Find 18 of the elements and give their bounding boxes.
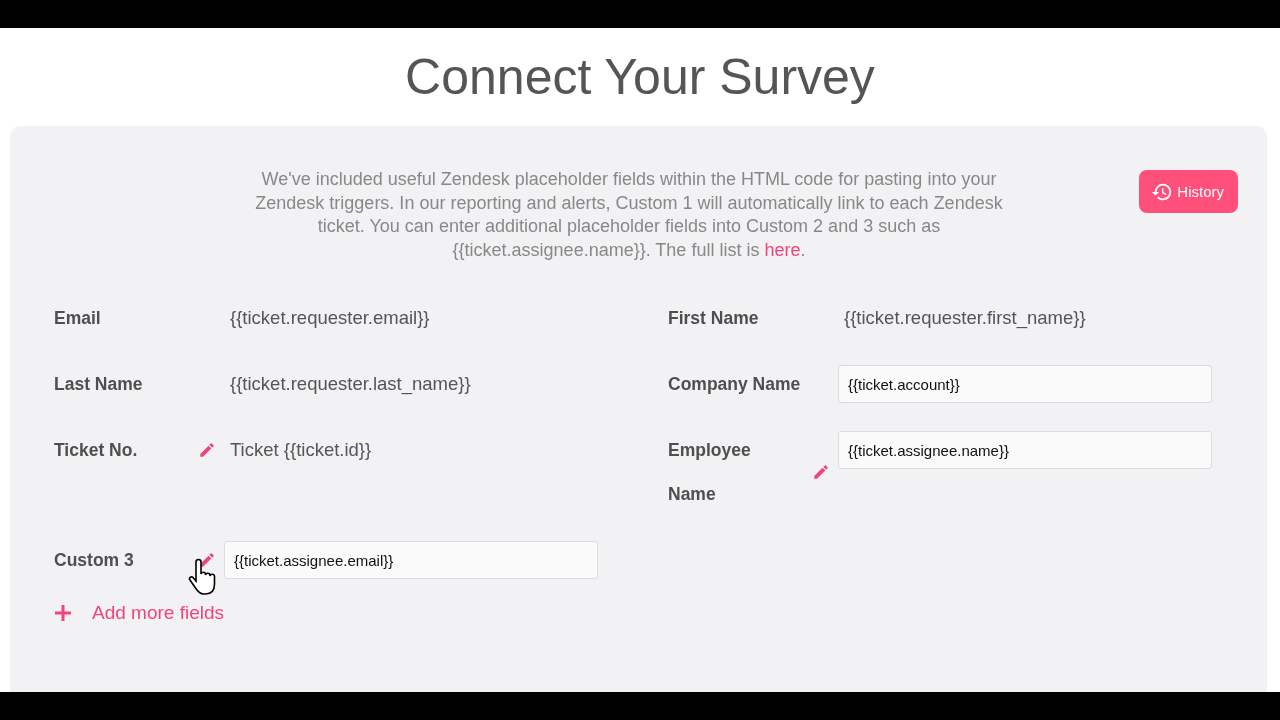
plus-icon (54, 604, 72, 622)
field-label: Company Name (668, 373, 802, 396)
input-field[interactable]: {{ticket.account}} (838, 365, 1212, 403)
field-label: Email (54, 307, 102, 330)
field-label: Custom 3 (54, 549, 135, 572)
placeholder-value: {{ticket.requester.email}} (229, 306, 431, 330)
page-title: Connect Your Survey (404, 48, 876, 107)
field-label: First Name (668, 307, 760, 330)
placeholder-value: {{ticket.requester.first_name}} (843, 306, 1087, 331)
field-label: Last Name (54, 373, 144, 396)
placeholder-value: Ticket {{ticket.id}} (229, 438, 373, 462)
field-label: Employee Name (668, 439, 752, 506)
input-field[interactable]: {{ticket.assignee.email}} (224, 541, 598, 579)
intro-paragraph: We've included useful Zendesk placeholder fields within the HTML code for pasting into your Zendesk triggers. In our reporting and alerts, Custom 1 will automatically link to each Zendesk ticket. You can enter additional placeholder fields into Custom 2 and 3 such as {{ticket.assignee.name}}. The full list is here. (254, 168, 1004, 262)
field-label: Ticket No. (54, 439, 139, 462)
placeholder-value: {{ticket.requester.last_name}} (229, 372, 472, 397)
input-field[interactable]: {{ticket.assignee.name}} (838, 431, 1212, 469)
hand-cursor-icon (187, 558, 217, 598)
